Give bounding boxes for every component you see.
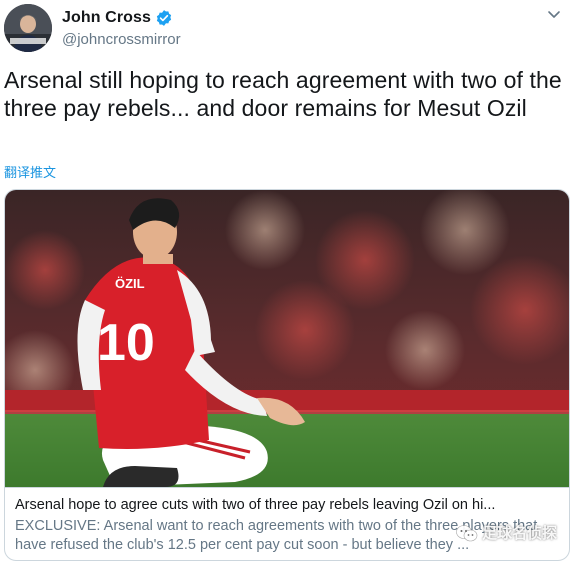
verified-badge-icon [155,9,173,27]
avatar[interactable] [4,4,52,52]
watermark: 足球名侦探 [456,522,557,543]
card-photo: ÖZIL 10 [5,190,569,487]
translate-tweet-link[interactable]: 翻译推文 [4,162,56,181]
tweet-text: Arsenal still hoping to reach agreement … [4,67,562,121]
avatar-image [4,4,52,52]
tweet-header: John Cross @johncrossmirror [4,4,564,54]
watermark-text: 足球名侦探 [481,525,557,542]
card-title[interactable]: Arsenal hope to agree cuts with two of t… [15,496,561,515]
jersey-number: 10 [97,314,155,372]
wechat-icon [456,524,478,541]
user-handle[interactable]: @johncrossmirror [62,31,181,48]
chevron-down-icon[interactable] [546,6,562,22]
name-row: John Cross [62,9,173,27]
display-name[interactable]: John Cross [62,9,151,27]
card-image[interactable]: ÖZIL 10 [5,190,569,487]
link-card[interactable]: ÖZIL 10 Arsenal hope to agree cuts with … [4,189,570,561]
jersey-name: ÖZIL [115,276,145,291]
